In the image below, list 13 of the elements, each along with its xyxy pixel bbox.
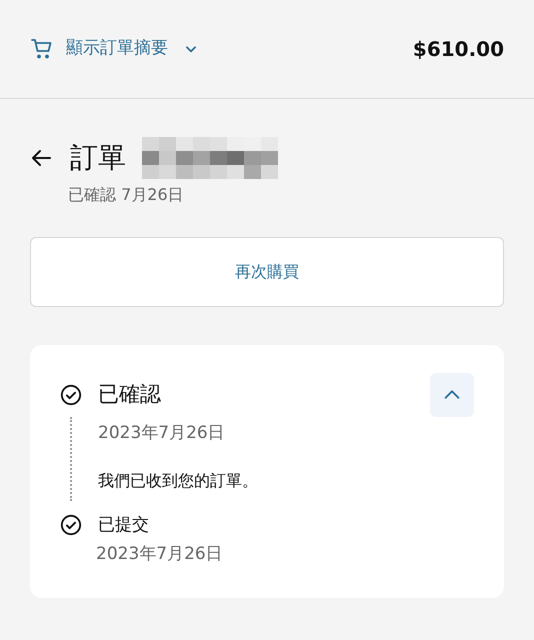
event-title: 已提交 (98, 514, 149, 536)
event-date: 2023年7月26日 (96, 543, 223, 566)
cart-icon (30, 37, 54, 61)
order-title: 訂單 (70, 144, 126, 172)
event-message: 我們已收到您的訂單。 (98, 470, 258, 492)
event-title: 已確認 (98, 381, 161, 408)
order-total: $610.00 (412, 36, 504, 63)
event-date: 2023年7月26日 (98, 422, 225, 445)
order-status-line: 已確認 7月26日 (68, 184, 184, 206)
check-circle-icon (60, 514, 82, 536)
check-circle-icon (60, 384, 82, 406)
buy-again-button[interactable]: 再次購買 (30, 237, 504, 307)
order-summary-toggle[interactable]: 顯示訂單摘要 (30, 36, 198, 62)
